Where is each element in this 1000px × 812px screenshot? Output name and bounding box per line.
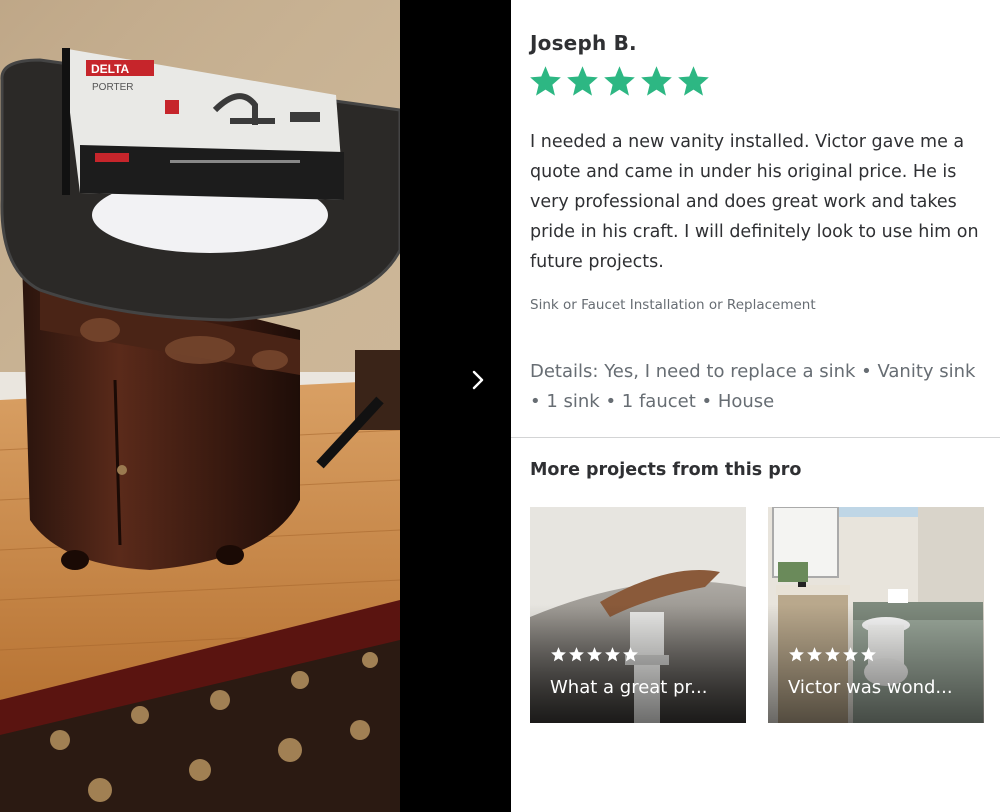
review-text: I needed a new vanity installed. Victor … [530,132,979,272]
review-panel: Joseph B. I needed a new vanity installe… [511,0,1000,812]
project-details: Details: Yes, I need to replace a sink •… [530,361,976,412]
box-model-label: PORTER [92,82,134,93]
project-rating-stars [550,646,639,663]
box-brand-label: DELTA [91,62,130,76]
photo-viewer: DELTA PORTER [0,0,511,812]
project-photo: DELTA PORTER [0,0,400,812]
star-icon [678,66,709,96]
star-icon [530,66,561,96]
star-icon [623,647,638,662]
star-icon [569,647,584,662]
service-category: Sink or Faucet Installation or Replaceme… [530,297,816,313]
star-icon [807,647,822,662]
star-icon [825,647,840,662]
project-snippet: What a great pr... [550,677,708,698]
star-icon [641,66,672,96]
project-card[interactable]: Victor was wond... [768,507,984,723]
star-icon [605,647,620,662]
project-card[interactable]: What a great pr... [530,507,746,723]
star-icon [567,66,598,96]
rating-stars [528,64,711,99]
star-icon [551,647,566,662]
star-icon [604,66,635,96]
star-icon [843,647,858,662]
reviewer-name: Joseph B. [530,31,637,55]
star-icon [861,647,876,662]
star-icon [789,647,804,662]
project-snippet: Victor was wond... [788,677,953,698]
star-icon [587,647,602,662]
next-photo-button[interactable] [460,362,496,398]
divider [511,437,1000,438]
chevron-right-icon [472,370,484,390]
more-projects-title: More projects from this pro [530,460,802,480]
project-rating-stars [788,646,877,663]
